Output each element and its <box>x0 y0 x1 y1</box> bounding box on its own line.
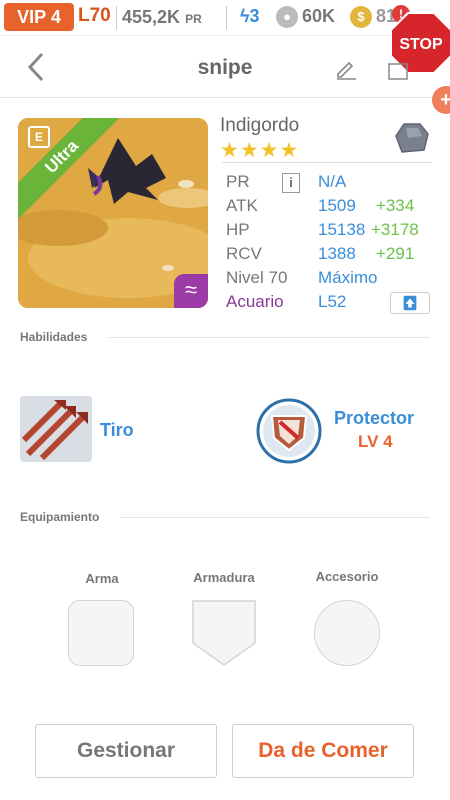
stat-row-pr: PR i N/A <box>226 172 347 193</box>
accessory-label: Accesorio <box>315 569 379 584</box>
weapon-label: Arma <box>85 571 119 586</box>
feed-button[interactable]: Da de Comer <box>232 724 414 778</box>
paw-icon: ● <box>276 6 298 29</box>
stat-row-rcv: RCV 1388 +291 <box>226 244 415 263</box>
water-element-icon: ≈ <box>174 274 208 308</box>
divider <box>226 6 227 30</box>
star-rating: ★★★★ <box>220 139 300 162</box>
divider <box>222 162 432 163</box>
page-header: snipe <box>0 36 450 98</box>
skill-protector-level: LV 4 <box>358 432 393 451</box>
stat-row-aquarium: Acuario L52 <box>226 292 436 316</box>
divider <box>108 337 430 338</box>
divider <box>116 6 117 30</box>
player-level: L70 <box>78 5 111 26</box>
vip-badge[interactable]: VIP 4 <box>4 3 74 31</box>
rock-element-icon <box>395 123 429 153</box>
add-icon[interactable]: + <box>432 86 450 114</box>
energy-counter[interactable]: ϟ3 <box>240 6 260 27</box>
pet-name: Indigordo <box>220 115 300 136</box>
info-icon[interactable]: i <box>282 173 300 193</box>
skill-tiro-icon[interactable] <box>20 396 92 462</box>
skills-heading: Habilidades <box>20 330 88 344</box>
equipment-heading: Equipamiento <box>20 510 100 524</box>
manage-button[interactable]: Gestionar <box>35 724 217 778</box>
accessory-slot[interactable] <box>314 600 380 666</box>
arrows-icon <box>20 396 92 462</box>
stat-row-atk: ATK 1509 +334 <box>226 196 415 215</box>
skill-protector-name[interactable]: Protector <box>334 408 414 429</box>
pet-portrait[interactable]: Ultra E ≈ <box>18 118 208 308</box>
share-icon[interactable] <box>388 58 408 80</box>
edit-pencil-icon[interactable] <box>334 56 358 80</box>
divider <box>120 517 430 518</box>
stat-row-level: Nivel 70 Máximo <box>226 268 378 287</box>
equipment-icon: E <box>28 126 50 148</box>
stat-row-hp: HP 15138 +3178 <box>226 220 419 239</box>
armor-slot[interactable] <box>191 599 257 667</box>
armor-label: Armadura <box>193 570 255 585</box>
page-title: snipe <box>197 56 253 79</box>
status-bar: VIP 4 L70 455,2K PR ϟ3 ● 60K $81 ! <box>0 0 450 36</box>
shield-icon[interactable] <box>256 398 322 464</box>
lightning-icon: ϟ <box>240 6 250 26</box>
skill-tiro-name[interactable]: Tiro <box>100 420 134 441</box>
power-rating: 455,2K PR <box>122 7 202 27</box>
food-counter[interactable]: ● 60K <box>276 6 335 29</box>
upgrade-arrow-icon[interactable] <box>390 292 430 314</box>
coin-icon: $ <box>350 6 372 29</box>
weapon-slot[interactable] <box>68 600 134 666</box>
